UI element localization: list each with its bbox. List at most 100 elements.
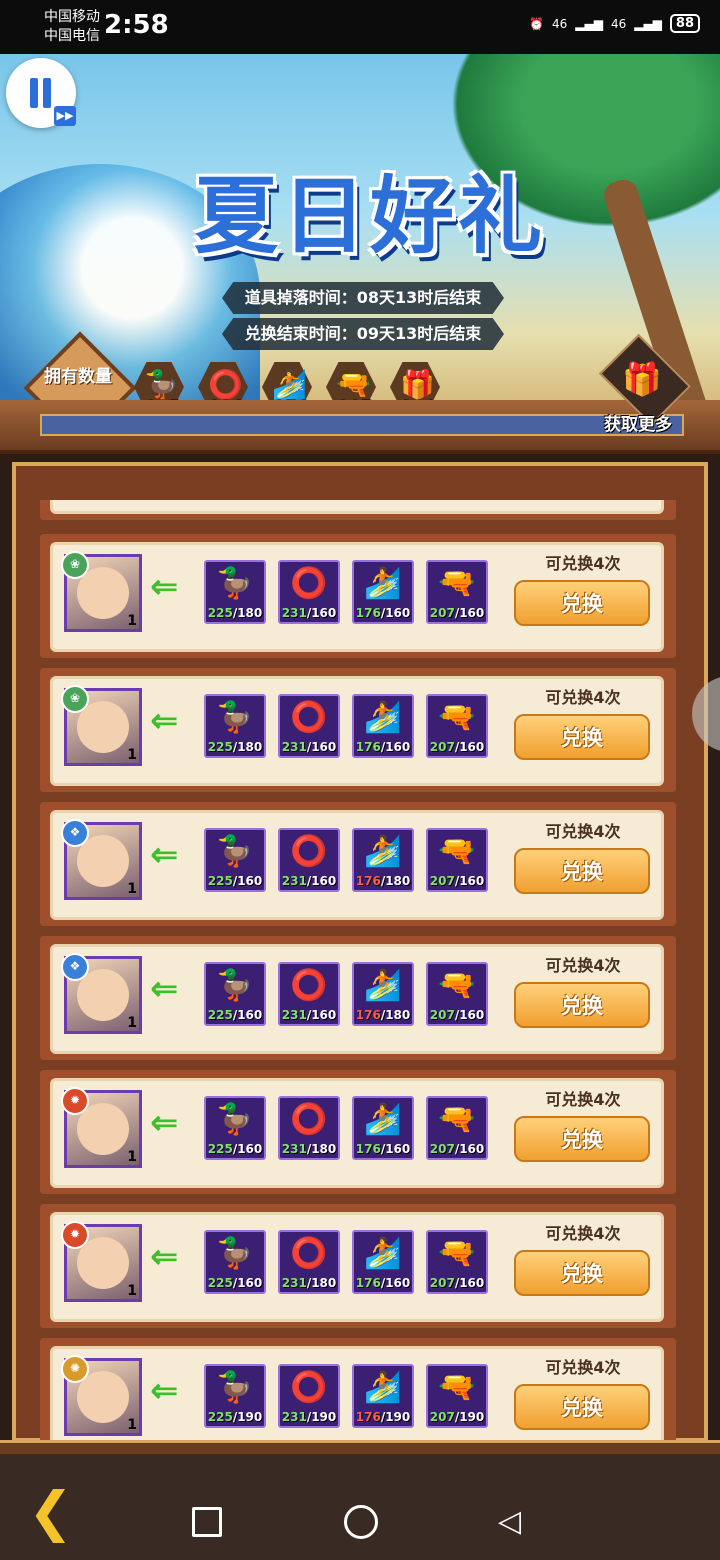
material-quantity: 176/160 [354,740,412,754]
exchange-button[interactable]: 兑换 [514,1384,650,1430]
required-amount: /160 [232,1142,263,1156]
material-slot[interactable]: 🔫 207/190 [426,1364,488,1428]
carrier-labels: 中国移动 中国电信 [44,8,100,46]
home-button[interactable] [344,1505,378,1539]
water-gun-icon: 🔫 [438,968,476,1003]
fast-forward-icon[interactable]: ▶▶ [54,106,76,126]
game-back-arrow-icon[interactable]: ❮ [28,1480,118,1543]
material-slot[interactable]: 🦆 225/160 [204,828,266,892]
exchange-button[interactable]: 兑换 [514,848,650,894]
hero-portrait[interactable]: ❀ 1 [61,685,142,766]
exchange-button[interactable]: 兑换 [514,580,650,626]
surfboard-icon: 🏄 [364,834,402,869]
owned-amount: 225 [207,874,233,888]
hero-portrait[interactable]: ✹ 1 [61,1221,142,1302]
required-amount: /160 [454,740,485,754]
required-amount: /160 [232,874,263,888]
material-slot[interactable]: 🔫 207/160 [426,560,488,624]
material-slot[interactable]: 🏄 176/160 [352,1230,414,1294]
material-slot[interactable]: 🦆 225/160 [204,1096,266,1160]
material-slot[interactable]: ⭕ 231/180 [278,1230,340,1294]
material-slot[interactable]: 🦆 225/180 [204,560,266,624]
material-slot[interactable]: 🏄 176/190 [352,1364,414,1428]
rubber-duck-icon: 🦆 [216,1102,254,1137]
exchange-button[interactable]: 兑换 [514,1116,650,1162]
nature-faction-icon: ❀ [61,551,89,579]
material-quantity: 225/160 [206,1142,264,1156]
material-quantity: 176/190 [354,1410,412,1424]
back-button[interactable]: ◁ [498,1504,521,1539]
material-slot[interactable]: 🦆 225/190 [204,1364,266,1428]
required-amount: /160 [454,1142,485,1156]
material-slot[interactable]: ⭕ 231/160 [278,962,340,1026]
exchange-row: ✺ 1 ⇐ 🦆 225/190 ⭕ 231/190 🏄 176/190 🔫 207/190 可兑换4次… [40,1338,676,1440]
material-slot[interactable]: ⭕ 231/160 [278,828,340,892]
surfboard-icon: 🏄 [364,968,402,1003]
swim-ring-icon: ⭕ [290,968,328,1003]
arrow-left-icon: ⇐ [150,567,179,607]
exchange-row-partial [40,500,676,520]
hero-portrait[interactable]: ✺ 1 [61,1355,142,1436]
material-quantity: 207/160 [428,740,486,754]
material-quantity: 231/190 [280,1410,338,1424]
exchange-button[interactable]: 兑换 [514,1250,650,1296]
material-slot[interactable]: 🏄 176/160 [352,560,414,624]
material-slot[interactable]: ⭕ 231/160 [278,694,340,758]
exchange-button[interactable]: 兑换 [514,982,650,1028]
water-gun-icon: 🔫 [336,368,371,401]
arrow-left-icon: ⇐ [150,969,179,1009]
swim-ring-icon: ⭕ [290,1370,328,1405]
rubber-duck-icon: 🦆 [216,1236,254,1271]
material-slot[interactable]: 🦆 225/180 [204,694,266,758]
owned-amount: 176 [355,606,381,620]
hero-portrait[interactable]: ❖ 1 [61,819,142,900]
required-amount: /190 [306,1410,337,1424]
recent-apps-button[interactable] [192,1507,222,1537]
material-slot[interactable]: 🏄 176/160 [352,1096,414,1160]
material-quantity: 207/190 [428,1410,486,1424]
material-slot[interactable]: ⭕ 231/190 [278,1364,340,1428]
material-slot[interactable]: 🦆 225/160 [204,1230,266,1294]
material-slot[interactable]: 🔫 207/160 [426,962,488,1026]
surfboard-icon: 🏄 [364,566,402,601]
material-slot[interactable]: ⭕ 231/160 [278,560,340,624]
owned-amount: 231 [281,1008,307,1022]
material-slot[interactable]: 🏄 176/180 [352,962,414,1026]
swim-ring-icon: ⭕ [290,834,328,869]
hero-portrait[interactable]: ✹ 1 [61,1087,142,1168]
hero-level: 1 [127,1149,137,1165]
hero-portrait[interactable]: ❖ 1 [61,953,142,1034]
required-amount: /190 [380,1410,411,1424]
surfboard-icon: 🏄 [272,368,307,401]
material-slot[interactable]: 🏄 176/180 [352,828,414,892]
material-slot[interactable]: 🔫 207/160 [426,828,488,892]
owned-amount: 176 [355,874,381,888]
owned-amount: 176 [355,740,381,754]
material-slot[interactable]: 🔫 207/160 [426,694,488,758]
event-title: 夏日好礼 [193,167,546,265]
signal-1-icon: 46 [551,16,568,31]
material-quantity: 231/160 [280,606,338,620]
swim-ring-icon: ⭕ [290,700,328,735]
material-quantity: 225/160 [206,1008,264,1022]
required-amount: /160 [306,1008,337,1022]
hero-portrait[interactable]: ❀ 1 [61,551,142,632]
required-amount: /160 [380,1142,411,1156]
signal-bars-icon: ▂▄▆ [634,16,662,31]
hero-level: 1 [127,747,137,763]
material-slot[interactable]: ⭕ 231/180 [278,1096,340,1160]
exchange-list[interactable]: ❀ 1 ⇐ 🦆 225/180 ⭕ 231/160 🏄 176/160 🔫 207/160 可兑换4次… [38,500,680,1440]
swim-ring-icon: ⭕ [290,1102,328,1137]
material-slot[interactable]: 🔫 207/160 [426,1096,488,1160]
surfboard-icon: 🏄 [364,1370,402,1405]
owned-amount: 225 [207,1008,233,1022]
material-slot[interactable]: 🔫 207/160 [426,1230,488,1294]
gift-box-icon[interactable]: 🎁 [622,360,662,398]
get-more-label[interactable]: 获取更多 [604,410,672,435]
material-slot[interactable]: 🏄 176/160 [352,694,414,758]
material-slot[interactable]: 🦆 225/160 [204,962,266,1026]
owned-amount: 225 [207,606,233,620]
water-gun-icon: 🔫 [438,1102,476,1137]
exchange-row: ❀ 1 ⇐ 🦆 225/180 ⭕ 231/160 🏄 176/160 🔫 207/160 可兑换4次… [40,668,676,792]
exchange-button[interactable]: 兑换 [514,714,650,760]
